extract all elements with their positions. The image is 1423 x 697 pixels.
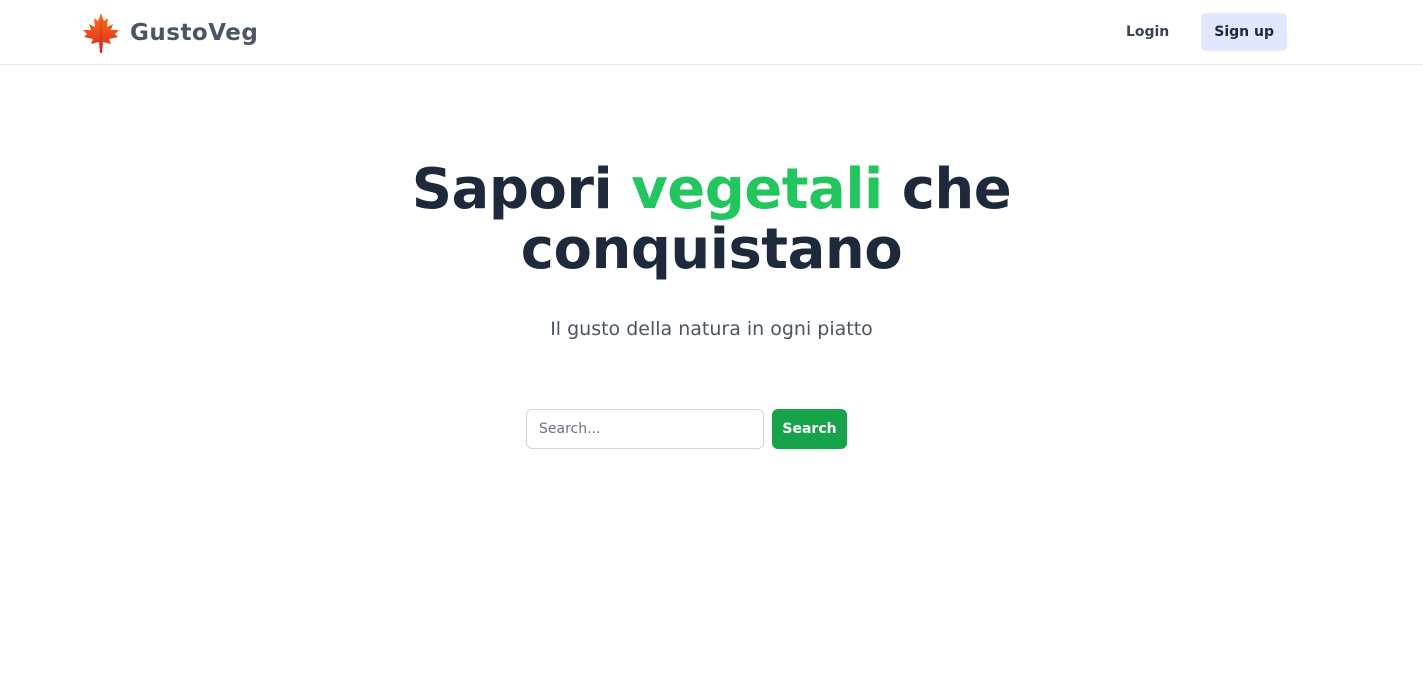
- hero-title-line2: conquistano: [520, 217, 903, 282]
- auth-nav: Login Sign up: [1112, 13, 1287, 51]
- hero-title: Sapori vegetali che conquistano: [0, 160, 1423, 280]
- hero-title-part1: Sapori: [411, 157, 613, 222]
- search-button[interactable]: Search: [772, 409, 847, 449]
- search-form: Search: [526, 409, 847, 449]
- login-button[interactable]: Login: [1112, 13, 1183, 51]
- hero-title-part2: che: [901, 157, 1012, 222]
- hero-subtitle: Il gusto della natura in ogni piatto: [550, 318, 873, 340]
- brand-name: GustoVeg: [130, 20, 259, 46]
- hero-title-accent: vegetali: [631, 157, 883, 222]
- hero-section: Sapori vegetali che conquistano Il gusto…: [0, 160, 1423, 341]
- signup-button[interactable]: Sign up: [1201, 13, 1287, 51]
- search-input[interactable]: [526, 409, 764, 449]
- brand-home-link[interactable]: GustoVeg: [82, 12, 258, 54]
- maple-leaf-icon: [82, 12, 120, 54]
- top-navbar: GustoVeg Login Sign up: [0, 0, 1423, 65]
